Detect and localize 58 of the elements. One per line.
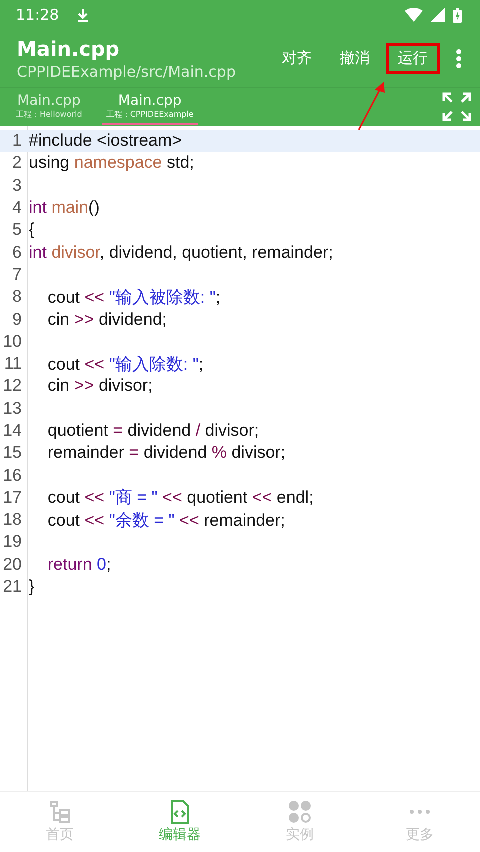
code-line: cin >> dividend; — [46, 310, 167, 330]
line-number: 3 — [12, 176, 22, 196]
more-icon[interactable] — [456, 48, 462, 68]
code-line: cout << "输入被除数: "; — [46, 286, 221, 309]
code-line: remainder = dividend % divisor; — [46, 443, 286, 464]
battery-icon — [453, 8, 462, 22]
code-file-icon — [168, 800, 192, 824]
code-line: using namespace std; — [29, 153, 194, 174]
status-time: 11:28 — [16, 6, 60, 24]
line-number: 12 — [2, 376, 22, 396]
fullscreen-icon[interactable] — [442, 92, 472, 122]
more-icon — [410, 810, 430, 814]
shapes-icon — [288, 800, 312, 824]
line-number: 8 — [12, 287, 22, 308]
line-number: 17 — [2, 488, 22, 508]
line-number: 16 — [2, 466, 22, 486]
line-number: 14 — [2, 421, 22, 441]
code-line: cout << "商 = " << quotient << endl; — [46, 487, 314, 510]
line-number: 5 — [12, 220, 22, 240]
annotation-arrow — [357, 82, 387, 132]
line-number: 18 — [2, 510, 22, 530]
line-number: 1 — [12, 131, 22, 152]
wifi-icon — [405, 8, 423, 22]
nav-tab[interactable]: 首页 — [0, 792, 120, 852]
line-number: 6 — [12, 242, 22, 263]
nav-tab[interactable]: 编辑器 — [120, 792, 240, 852]
code-line: } — [29, 577, 35, 598]
line-number: 21 — [2, 577, 22, 598]
toolbar-action[interactable]: 撤消 — [328, 43, 382, 74]
code-line: cout << "余数 = " << remainder; — [46, 510, 286, 532]
line-number: 10 — [2, 332, 22, 352]
code-line: #include <iostream> — [29, 131, 182, 152]
line-number: 7 — [12, 264, 22, 285]
code-line: int main() — [29, 198, 100, 218]
line-number: 4 — [12, 198, 22, 218]
line-number: 2 — [12, 153, 22, 174]
code-line: return 0; — [46, 554, 112, 575]
code-line: quotient = dividend / divisor; — [46, 421, 260, 441]
signal-icon — [431, 8, 445, 22]
line-number: 11 — [3, 354, 22, 374]
line-number: 13 — [2, 398, 22, 419]
code-line: { — [29, 220, 35, 240]
nav-tab[interactable]: 实例 — [240, 792, 360, 852]
download-icon — [77, 8, 90, 22]
file-tab[interactable]: Main.cpp 工程：Helloworld — [12, 89, 86, 125]
line-number: 20 — [2, 554, 22, 575]
code-line: cin >> divisor; — [46, 376, 153, 396]
toolbar-action[interactable]: 对齐 — [270, 43, 324, 74]
file-title: Main.cpp — [17, 36, 121, 60]
line-number: 9 — [12, 310, 22, 330]
line-number: 19 — [2, 532, 22, 552]
nav-tab[interactable]: 更多 — [360, 792, 480, 852]
file-path: CPPIDEExample/src/Main.cpp — [17, 62, 237, 80]
line-number: 15 — [2, 443, 22, 464]
toolbar-action[interactable]: 运行 — [386, 43, 440, 74]
tree-icon — [48, 800, 72, 824]
code-line: cout << "输入除数: "; — [46, 354, 204, 376]
code-line: int divisor, dividend, quotient, remainder; — [29, 242, 334, 263]
